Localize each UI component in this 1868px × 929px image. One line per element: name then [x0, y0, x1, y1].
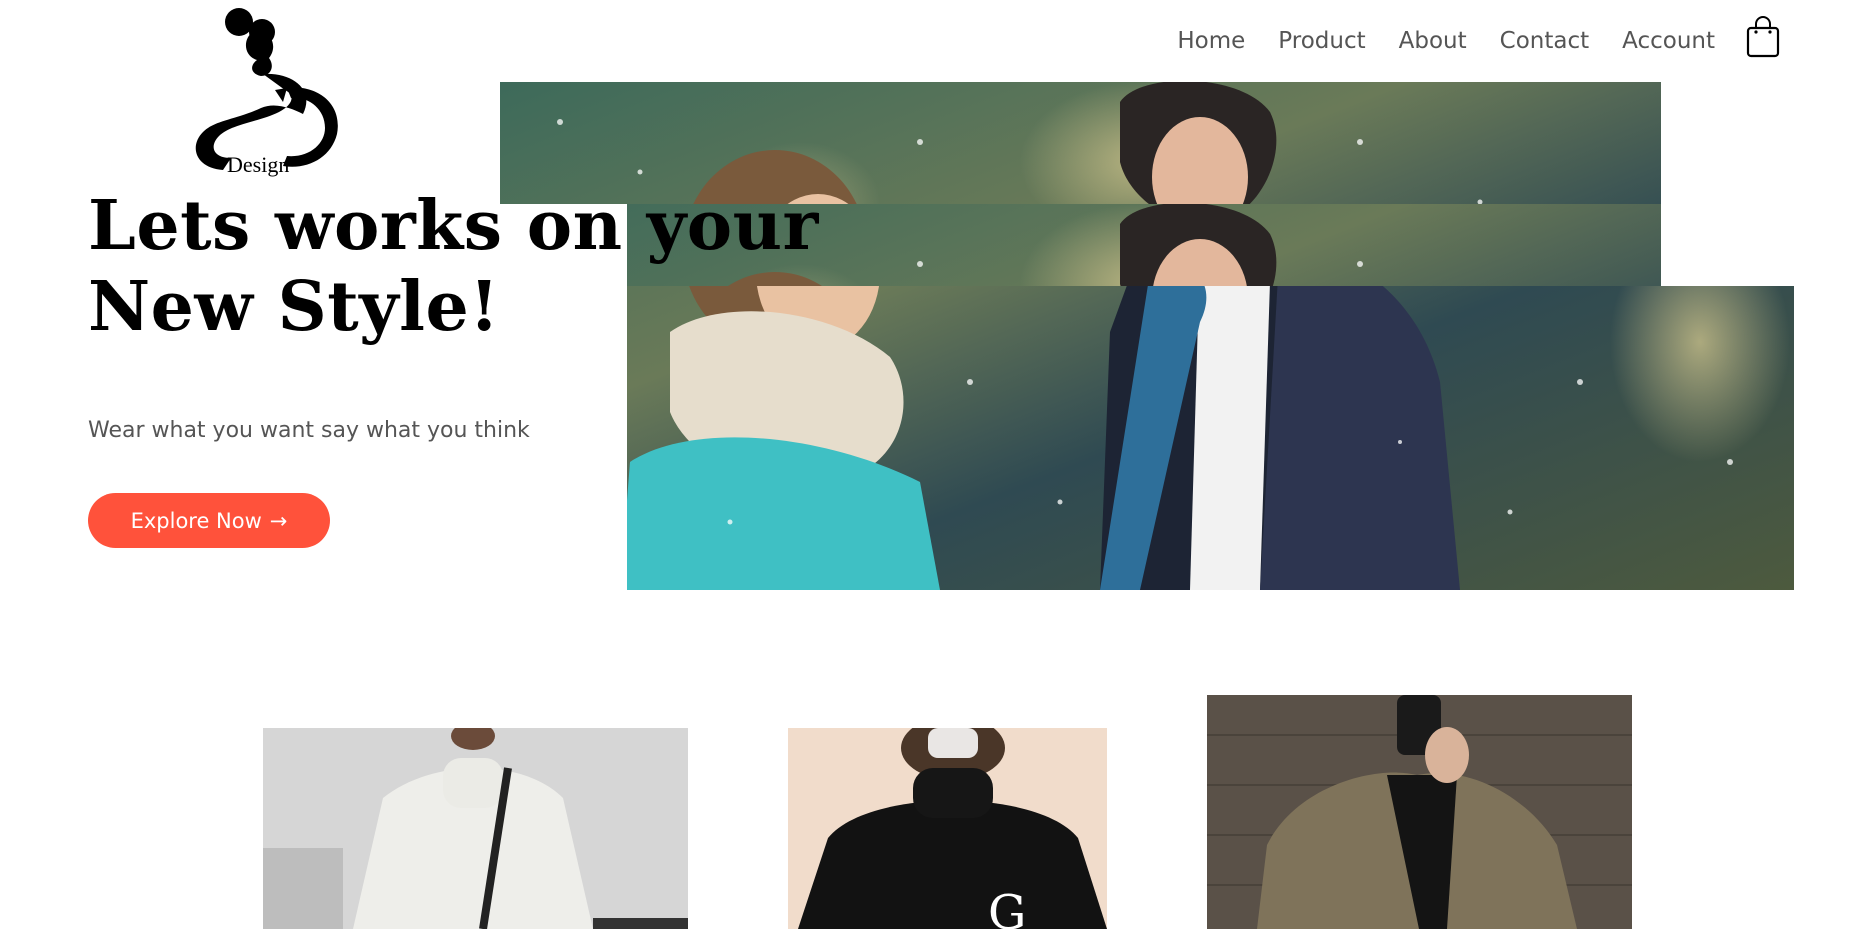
product-card-1[interactable]	[263, 728, 688, 929]
hero-headline-line1: Lets works on your	[88, 186, 819, 266]
black-turtleneck-sweater-photo-icon: G	[788, 728, 1107, 929]
main-nav: Home Product About Contact Account	[1144, 16, 1780, 62]
hero-headline-line2: New Style!	[88, 267, 500, 347]
nav-about[interactable]: About	[1399, 28, 1467, 54]
cart-button[interactable]	[1746, 16, 1780, 58]
explore-now-label: Explore Now	[130, 508, 262, 533]
logo-text: Design	[227, 152, 289, 177]
product-card-3[interactable]	[1207, 695, 1632, 929]
nav-account[interactable]: Account	[1622, 28, 1715, 54]
nav-home[interactable]: Home	[1177, 28, 1245, 54]
nav-product[interactable]: Product	[1278, 28, 1365, 54]
nav-contact[interactable]: Contact	[1500, 28, 1589, 54]
svg-text:G: G	[988, 885, 1026, 929]
olive-overcoat-photo-icon	[1207, 695, 1632, 929]
explore-now-button[interactable]: Explore Now →	[88, 493, 330, 548]
arrow-right-icon: →	[269, 508, 288, 533]
product-card-2[interactable]: G	[788, 728, 1107, 929]
hero-headline: Lets works on your New Style!	[88, 186, 819, 348]
hero-subtext: Wear what you want say what you think	[88, 418, 530, 443]
fashion-figure-logo-icon: Design	[195, 8, 338, 177]
brand-logo[interactable]: Design	[165, 4, 355, 180]
shopping-bag-icon	[1746, 16, 1780, 58]
white-turtleneck-sweater-photo-icon	[263, 728, 688, 929]
